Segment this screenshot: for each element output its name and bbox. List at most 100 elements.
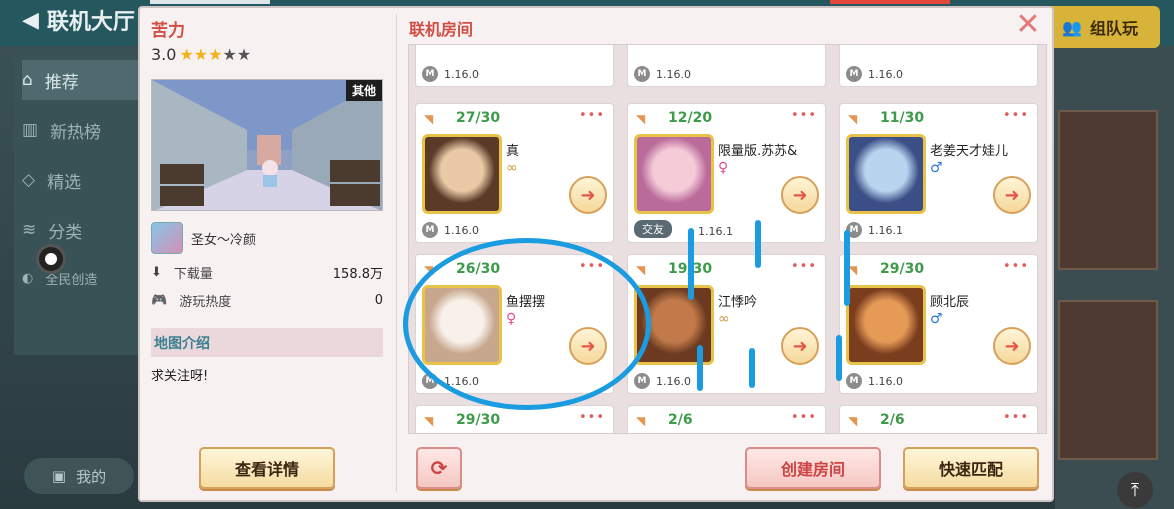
version-icon: M: [634, 373, 650, 389]
player-count: 11/30: [880, 110, 925, 126]
version-text: 1.16.0: [868, 67, 903, 81]
version-text: 1.16.0: [444, 223, 479, 237]
team-play-button[interactable]: 👥 组队玩: [1040, 6, 1160, 48]
host-name: 老姜天才娃儿: [930, 144, 1009, 159]
player-count: 2/6: [880, 412, 905, 428]
room-card[interactable]: ◥ 11/30 ••• 老姜天才娃儿 ♂ ➜ M 1.16.1: [839, 103, 1038, 243]
version-icon: M: [634, 66, 650, 82]
avatar: [846, 285, 926, 365]
gender-icon: ♂: [930, 160, 943, 176]
star-filled-icon: ★: [208, 45, 223, 64]
room-card[interactable]: ◥ 2/6 •••: [839, 405, 1038, 433]
avatar: [151, 222, 183, 254]
join-arrow-icon[interactable]: ➜: [569, 176, 607, 214]
heat-stat: 🎮 游玩热度 0: [151, 293, 383, 310]
signal-icon: ◥: [636, 112, 646, 126]
room-version: 1.16.1: [698, 225, 733, 238]
room-card[interactable]: ◥ 12/20 ••• 限量版.苏苏& ♀ ➜ 交友 1.16.1: [627, 103, 826, 243]
room-card[interactable]: ◥ 27/30 ••• 真 ∞ ➜ M 1.16.0: [415, 103, 614, 243]
version-text: 1.16.1: [868, 223, 903, 237]
floating-ball[interactable]: [36, 244, 66, 274]
signal-icon: ◥: [636, 414, 646, 428]
annotation-stroke: [844, 230, 850, 306]
host-name: 江悸吟: [718, 295, 758, 310]
create-room-button[interactable]: 创建房间: [745, 447, 881, 489]
join-arrow-icon[interactable]: ➜: [993, 176, 1031, 214]
more-icon[interactable]: •••: [791, 259, 817, 274]
download-stat: ⬇ 下载量 158.8万: [151, 265, 383, 282]
avatar: [846, 134, 926, 214]
annotation-circle: [403, 238, 651, 410]
more-icon[interactable]: •••: [791, 410, 817, 425]
star-empty-icon: ★: [236, 45, 252, 64]
room-card[interactable]: ◥19/30•••江悸吟∞➜M1.16.0: [627, 254, 826, 394]
map-tag: 其他: [345, 80, 382, 101]
home-icon: ⌂: [22, 70, 33, 90]
room-version: M 1.16.0: [846, 373, 903, 389]
diamond-icon: ◇: [22, 170, 36, 190]
lobby-title: ◀ 联机大厅: [22, 7, 135, 36]
annotation-stroke: [836, 335, 842, 381]
close-icon[interactable]: ✕: [1014, 10, 1042, 40]
version-icon: M: [422, 66, 438, 82]
version-icon: M: [846, 373, 862, 389]
refresh-icon[interactable]: ⟳: [416, 447, 462, 489]
room-version: M 1.16.1: [846, 222, 903, 238]
gender-icon: ∞: [718, 311, 730, 327]
view-details-button[interactable]: 查看详情: [199, 447, 335, 489]
author[interactable]: 圣女～冷颜: [151, 222, 256, 254]
nav-item-featured[interactable]: ◇ 精选: [22, 160, 142, 200]
player-count: 2/6: [668, 412, 693, 428]
annotation-stroke: [749, 348, 755, 388]
star-filled-icon: ★: [179, 45, 194, 64]
room-card[interactable]: ◥ 2/6 •••: [627, 405, 826, 433]
room-card[interactable]: M 1.16.0: [415, 45, 614, 87]
back-icon[interactable]: ◀: [22, 8, 39, 33]
version-text: 1.16.0: [656, 374, 691, 388]
nav-item-recommend[interactable]: ⌂ 推荐: [22, 60, 142, 100]
signal-icon: ◥: [424, 414, 434, 428]
rating-value: 3.0: [151, 45, 177, 64]
more-icon[interactable]: •••: [1003, 108, 1029, 123]
signal-icon: ◥: [424, 112, 434, 126]
annotation-stroke: [697, 345, 703, 391]
more-icon[interactable]: •••: [1003, 259, 1029, 274]
top-tab: [150, 0, 270, 4]
host-name: 限量版.苏苏&: [718, 144, 798, 159]
more-icon[interactable]: •••: [791, 108, 817, 123]
annotation-stroke: [688, 228, 694, 300]
bg-card: [1058, 300, 1158, 460]
room-card[interactable]: ◥ 29/30 ••• 顾北辰 ♂ ➜ M 1.16.0: [839, 254, 1038, 394]
divider: [396, 14, 397, 492]
annotation-stroke: [755, 220, 761, 268]
more-icon[interactable]: •••: [579, 410, 605, 425]
host-name: 真: [506, 144, 520, 159]
rating-stars: ★★★★★: [179, 45, 251, 64]
rating: 3.0 ★★★★★: [151, 45, 251, 64]
join-arrow-icon[interactable]: ➜: [781, 176, 819, 214]
intro-header: 地图介绍: [151, 328, 383, 357]
version-icon: M: [846, 66, 862, 82]
room-version: M 1.16.0: [422, 222, 479, 238]
nav-item-category[interactable]: ≋ 分类: [22, 210, 142, 250]
nav-item-hot[interactable]: ▥ 新热榜: [22, 110, 142, 150]
player-count: 29/30: [880, 261, 925, 277]
friend-badge: 交友: [634, 220, 672, 238]
bulb-icon: ◐: [22, 270, 34, 286]
room-card[interactable]: M 1.16.0: [627, 45, 826, 87]
map-thumbnail[interactable]: 其他: [151, 79, 383, 211]
back-to-top-icon[interactable]: ⤒: [1117, 472, 1153, 508]
room-title: 联机房间: [409, 20, 474, 39]
room-card[interactable]: M 1.16.0: [839, 45, 1038, 87]
gender-icon: ♀: [718, 160, 729, 176]
more-icon[interactable]: •••: [1003, 410, 1029, 425]
quick-match-button[interactable]: 快速匹配: [903, 447, 1039, 489]
chart-icon: ▥: [22, 120, 39, 140]
join-arrow-icon[interactable]: ➜: [993, 327, 1031, 365]
more-icon[interactable]: •••: [579, 108, 605, 123]
mine-button[interactable]: ▣ 我的: [24, 458, 134, 494]
player-count: 29/30: [456, 412, 501, 428]
join-arrow-icon[interactable]: ➜: [781, 327, 819, 365]
star-filled-icon: ★: [193, 45, 209, 64]
signal-icon: ◥: [636, 263, 646, 277]
